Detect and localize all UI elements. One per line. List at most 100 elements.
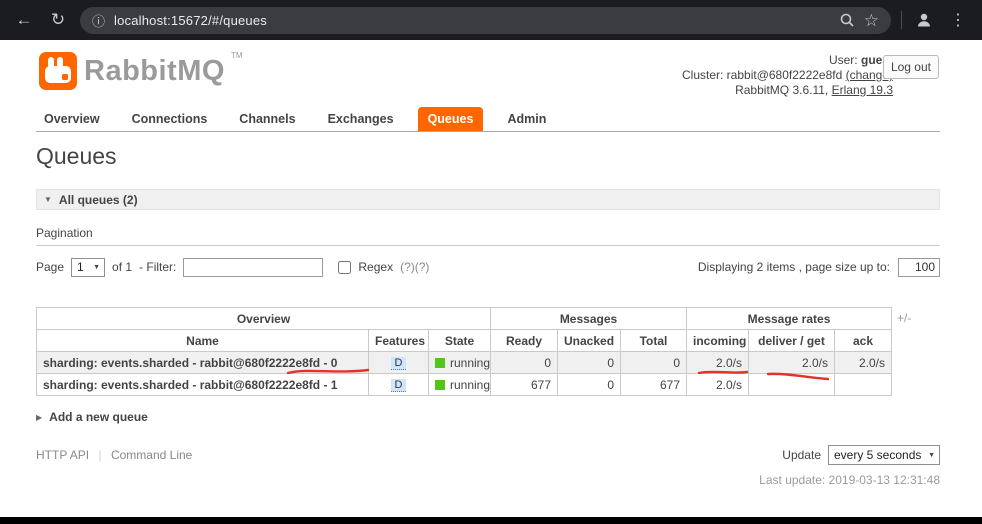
queue-deliver-get-cell	[748, 373, 836, 396]
page-number-select[interactable]: 1 ▼	[71, 257, 106, 277]
queue-ready-cell: 677	[490, 373, 558, 396]
logo-wordmark: RabbitMQ	[84, 55, 225, 87]
queue-total-cell: 0	[619, 351, 688, 374]
reload-icon[interactable]: ↻	[46, 8, 70, 32]
col-header-state[interactable]: State	[428, 329, 491, 352]
erlang-version-link[interactable]: Erlang 19.3	[832, 83, 893, 97]
col-header-incoming[interactable]: incoming	[686, 329, 750, 352]
regex-help-links[interactable]: (?)(?)	[400, 260, 429, 274]
queue-ack-cell	[834, 373, 893, 396]
displaying-label: Displaying 2 items , page size up to:	[697, 260, 890, 274]
footer-links: HTTP API | Command Line	[36, 448, 192, 462]
expand-triangle-icon: ▶	[36, 412, 43, 422]
add-queue-label: Add a new queue	[49, 410, 148, 424]
running-state-icon	[435, 379, 445, 390]
page-size-input[interactable]	[898, 257, 940, 277]
queue-features-cell: D	[368, 351, 429, 374]
durable-badge[interactable]: D	[390, 357, 407, 370]
search-icon[interactable]	[839, 12, 855, 28]
of-pages-label: of 1	[112, 260, 133, 274]
filter-input[interactable]	[183, 257, 324, 277]
table-row: sharding: events.sharded - rabbit@680f22…	[36, 373, 893, 396]
queues-table-wrap: Overview Messages Message rates Name Fea…	[36, 307, 893, 396]
tab-connections[interactable]: Connections	[124, 107, 216, 131]
tab-admin[interactable]: Admin	[499, 107, 554, 131]
tab-channels[interactable]: Channels	[231, 107, 303, 131]
tab-queues[interactable]: Queues	[417, 107, 484, 131]
select-arrow-icon: ▼	[928, 451, 935, 459]
page-title: Queues	[36, 143, 117, 169]
tab-overview[interactable]: Overview	[36, 107, 108, 131]
col-header-name[interactable]: Name	[36, 329, 369, 352]
address-bar[interactable]: ⓘ localhost:15672/#/queues ☆	[80, 6, 891, 34]
queue-total-cell: 677	[619, 373, 688, 396]
rabbitmq-logo[interactable]: RabbitMQ TM	[38, 51, 243, 91]
queue-state-cell: running	[428, 351, 491, 374]
page-size-controls: Displaying 2 items , page size up to:	[698, 257, 940, 277]
back-icon[interactable]: ←	[12, 8, 36, 32]
http-api-link[interactable]: HTTP API	[36, 448, 89, 462]
queue-ready-cell: 0	[490, 351, 558, 374]
all-queues-section-toggle[interactable]: ▼ All queues (2)	[36, 189, 940, 210]
col-header-ready[interactable]: Ready	[490, 329, 558, 352]
queue-name-link[interactable]: sharding: events.sharded - rabbit@680f22…	[36, 351, 369, 374]
command-line-link[interactable]: Command Line	[111, 448, 192, 462]
col-header-ack[interactable]: ack	[834, 329, 893, 352]
cluster-line: Cluster: rabbit@680f2222e8fd (change)	[682, 68, 893, 83]
profile-icon[interactable]	[912, 8, 936, 32]
url-text[interactable]: localhost:15672/#/queues	[114, 13, 830, 28]
all-queues-label: All queues (2)	[58, 192, 138, 207]
user-line: User: guest	[682, 53, 893, 68]
column-toggle[interactable]: +/-	[897, 311, 911, 325]
page-info-icon[interactable]: ⓘ	[92, 11, 105, 30]
table-row: sharding: events.sharded - rabbit@680f22…	[36, 351, 893, 374]
queue-name-link[interactable]: sharding: events.sharded - rabbit@680f22…	[36, 373, 369, 396]
pagination-label: Pagination	[36, 226, 93, 240]
add-queue-section-toggle[interactable]: ▶ Add a new queue	[36, 410, 148, 424]
column-header-row: Name Features State Ready Unacked Total …	[36, 329, 893, 352]
toolbar-divider	[901, 11, 902, 29]
durable-badge[interactable]: D	[390, 379, 407, 392]
queues-table: Overview Messages Message rates Name Fea…	[36, 307, 893, 396]
page-label: Page	[36, 260, 65, 274]
queue-deliver-get-cell: 2.0/s	[748, 351, 836, 374]
last-update-timestamp: Last update: 2019-03-13 12:31:48	[759, 473, 940, 487]
user-label: User:	[828, 53, 858, 67]
update-interval-select[interactable]: every 5 seconds ▼	[828, 445, 940, 465]
update-interval-control: Update every 5 seconds ▼	[782, 445, 940, 465]
select-arrow-icon: ▼	[93, 263, 101, 271]
col-header-features[interactable]: Features	[368, 329, 429, 352]
tab-exchanges[interactable]: Exchanges	[320, 107, 402, 131]
queue-unacked-cell: 0	[557, 351, 621, 374]
col-header-total[interactable]: Total	[619, 329, 688, 352]
group-header-message-rates: Message rates	[686, 307, 893, 330]
filter-label: - Filter:	[139, 260, 177, 274]
group-header-row: Overview Messages Message rates	[36, 307, 893, 330]
regex-checkbox[interactable]	[338, 260, 352, 274]
cluster-name: rabbit@680f2222e8fd	[726, 68, 843, 82]
bookmark-star-icon[interactable]: ☆	[864, 12, 879, 29]
queue-state-cell: running	[428, 373, 491, 396]
queue-incoming-cell: 2.0/s	[686, 351, 750, 374]
page-number-value: 1	[77, 260, 84, 274]
logout-button[interactable]: Log out	[882, 55, 939, 79]
update-interval-value: every 5 seconds	[834, 448, 922, 462]
queue-state-text: running	[450, 377, 491, 392]
rabbitmq-logo-icon	[39, 52, 77, 90]
browser-menu-icon[interactable]: ⋮	[946, 8, 970, 32]
main-nav-tabs: Overview Connections Channels Exchanges …	[36, 107, 940, 132]
divider-rule	[36, 245, 940, 246]
col-header-deliver-get[interactable]: deliver / get	[748, 329, 836, 352]
col-header-unacked[interactable]: Unacked	[557, 329, 621, 352]
pagination-controls: Page 1 ▼ of 1 - Filter: Regex (?)(?)	[36, 257, 429, 277]
queue-state-text: running	[450, 355, 491, 370]
cluster-label: Cluster:	[681, 68, 724, 82]
screenshot-bottom-edge	[0, 517, 982, 524]
running-state-icon	[435, 357, 445, 368]
logo-tm: TM	[230, 51, 243, 60]
update-label: Update	[782, 448, 821, 462]
regex-label: Regex	[358, 260, 394, 274]
rabbitmq-queues-page: ← ↻ ⓘ localhost:15672/#/queues ☆ ⋮ Rabbi…	[0, 0, 982, 524]
version-text: RabbitMQ 3.6.11,	[735, 83, 829, 97]
browser-toolbar: ← ↻ ⓘ localhost:15672/#/queues ☆ ⋮	[0, 0, 982, 40]
